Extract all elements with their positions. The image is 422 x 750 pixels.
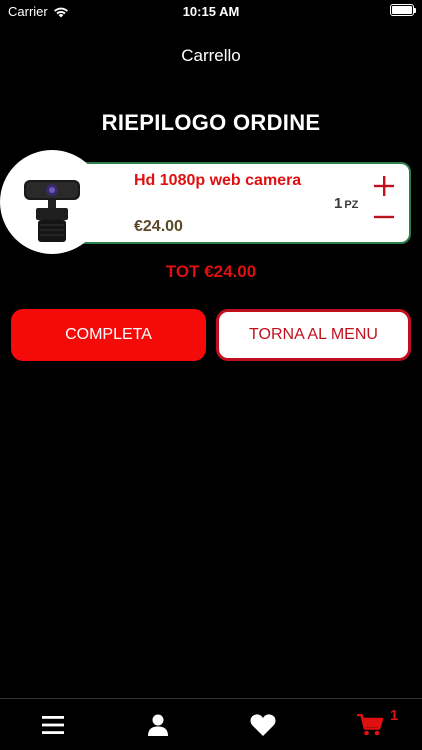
cart-icon bbox=[356, 714, 383, 736]
decrease-quantity-button[interactable] bbox=[372, 205, 396, 229]
quantity-value: 1 bbox=[334, 195, 343, 212]
menu-icon bbox=[41, 716, 64, 734]
cart-item: Hd 1080p web camera €24.00 1 PZ bbox=[0, 150, 422, 260]
cart-badge: 1 bbox=[390, 707, 399, 724]
quantity-unit: PZ bbox=[344, 199, 359, 211]
tab-favorites[interactable] bbox=[210, 699, 315, 750]
order-total: TOT €24.00 bbox=[165, 262, 257, 281]
tab-bar: 1 bbox=[0, 698, 422, 750]
tab-profile[interactable] bbox=[105, 699, 210, 750]
tab-cart[interactable]: 1 bbox=[317, 699, 422, 750]
heart-icon bbox=[249, 714, 276, 736]
plus-icon bbox=[374, 176, 394, 196]
back-to-menu-button[interactable]: TORNA AL MENU bbox=[216, 309, 411, 361]
user-icon bbox=[147, 714, 168, 736]
battery-icon bbox=[390, 4, 416, 16]
product-image bbox=[0, 150, 104, 254]
increase-quantity-button[interactable] bbox=[372, 174, 396, 198]
product-quantity: 1 PZ bbox=[334, 195, 358, 212]
status-bar: Carrier 10:15 AM bbox=[0, 0, 422, 22]
order-summary-title: RIEPILOGO ORDINE bbox=[101, 110, 321, 135]
product-price: €24.00 bbox=[134, 218, 183, 235]
product-name: Hd 1080p web camera bbox=[134, 172, 302, 189]
complete-order-button[interactable]: COMPLETA bbox=[11, 309, 206, 361]
tab-menu[interactable] bbox=[0, 699, 105, 750]
minus-icon bbox=[374, 215, 394, 219]
webcam-icon bbox=[24, 180, 80, 242]
status-time: 10:15 AM bbox=[182, 4, 240, 19]
page-title: Carrello bbox=[181, 46, 241, 65]
